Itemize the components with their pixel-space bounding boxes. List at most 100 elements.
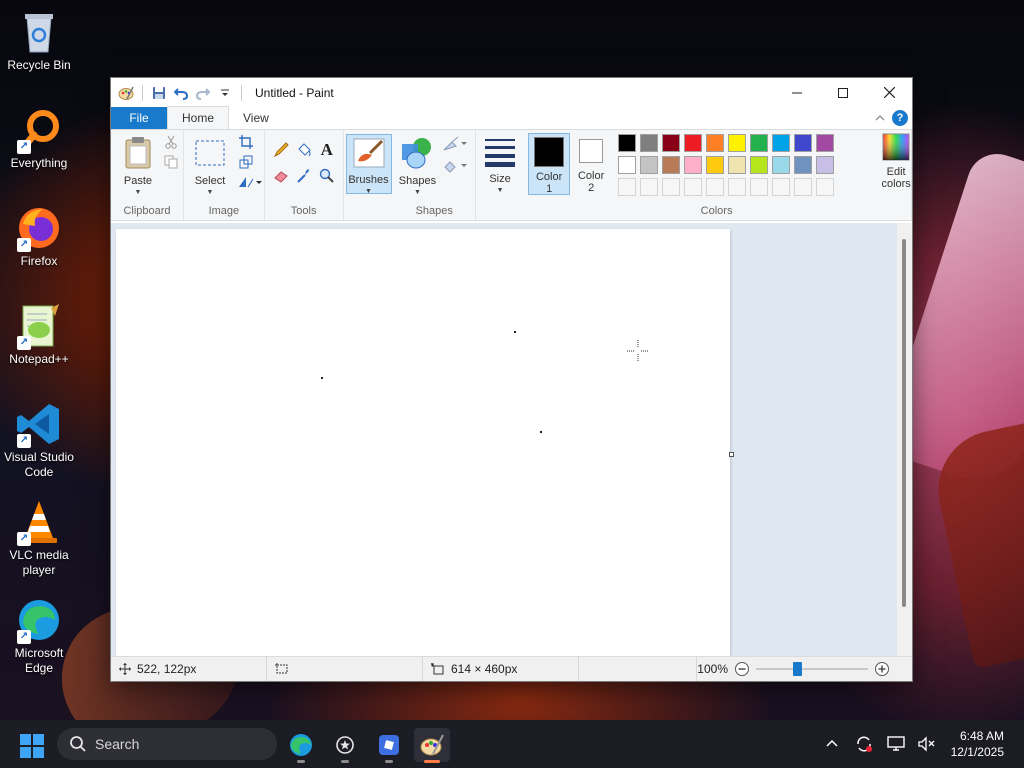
size-button[interactable]: Size ▼	[482, 136, 518, 197]
desktop-icon-edge[interactable]: ↗ Microsoft Edge	[2, 596, 76, 676]
palette-swatch[interactable]	[684, 134, 703, 152]
clock[interactable]: 6:48 AM 12/1/2025	[951, 728, 1004, 760]
size-label: Size	[489, 173, 511, 185]
palette-swatch[interactable]	[706, 156, 725, 174]
collapse-ribbon-chevron-up-icon[interactable]	[874, 112, 886, 124]
fill-bucket-icon[interactable]	[294, 140, 314, 160]
taskbar-remote[interactable]	[371, 728, 407, 763]
palette-swatch[interactable]	[662, 156, 681, 174]
color-picker-icon[interactable]	[294, 166, 314, 186]
desktop-icon-firefox[interactable]: ↗ Firefox	[2, 204, 76, 269]
palette-swatch[interactable]	[640, 134, 659, 152]
palette-swatch[interactable]	[728, 134, 747, 152]
brushes-button[interactable]: Brushes ▼	[345, 134, 392, 195]
minimize-button[interactable]	[774, 78, 820, 107]
update-sync-icon[interactable]	[855, 735, 873, 753]
save-icon[interactable]	[150, 84, 168, 102]
desktop-icon-notepad-plus-plus[interactable]: ↗ Notepad++	[2, 302, 76, 367]
fill-icon[interactable]	[441, 156, 469, 176]
paint-app-icon[interactable]	[117, 84, 135, 102]
edit-colors-button[interactable]: Edit colors	[872, 133, 920, 190]
palette-swatch[interactable]	[684, 156, 703, 174]
palette-swatch[interactable]	[618, 134, 637, 152]
taskbar-search[interactable]: Search	[57, 728, 277, 760]
palette-swatch[interactable]	[772, 156, 791, 174]
edge-icon	[290, 734, 312, 756]
palette-custom-slot[interactable]	[662, 178, 681, 196]
maximize-button[interactable]	[820, 78, 866, 107]
pencil-icon[interactable]	[271, 140, 291, 160]
scrollbar-thumb[interactable]	[902, 239, 906, 607]
palette-custom-slot[interactable]	[684, 178, 703, 196]
tab-file[interactable]: File	[111, 107, 167, 129]
desktop-icon-recycle-bin[interactable]: Recycle Bin	[2, 8, 76, 73]
zoom-in-icon[interactable]	[874, 661, 890, 677]
palette-swatch[interactable]	[662, 134, 681, 152]
customize-toolbar-chevron-down-icon[interactable]	[216, 84, 234, 102]
palette-swatch[interactable]	[772, 134, 791, 152]
network-monitor-icon[interactable]	[886, 736, 905, 752]
rotate-icon[interactable]	[236, 172, 264, 192]
zoom-slider[interactable]	[756, 661, 868, 677]
zoom-out-icon[interactable]	[734, 661, 750, 677]
resize-icon[interactable]	[236, 152, 256, 172]
canvas-area[interactable]	[111, 223, 899, 656]
vertical-scrollbar[interactable]	[897, 223, 912, 656]
color1-label: Color	[535, 171, 563, 183]
palette-swatch[interactable]	[706, 134, 725, 152]
palette-custom-slot[interactable]	[772, 178, 791, 196]
title-bar[interactable]: Untitled - Paint	[111, 78, 912, 107]
outline-icon[interactable]	[441, 134, 469, 154]
tab-view[interactable]: View	[229, 107, 283, 129]
palette-swatch[interactable]	[728, 156, 747, 174]
taskbar-app-settings[interactable]	[327, 728, 363, 763]
palette-custom-slot[interactable]	[640, 178, 659, 196]
show-hidden-icons-chevron-up-icon[interactable]	[825, 737, 839, 751]
palette-custom-slot[interactable]	[816, 178, 835, 196]
desktop-icon-everything[interactable]: ↗ Everything	[2, 106, 76, 171]
taskbar: Search 6:48 AM 12/1/2025	[0, 720, 1024, 768]
eraser-icon[interactable]	[271, 166, 291, 186]
tab-home[interactable]: Home	[167, 106, 230, 129]
desktop-icon-vscode[interactable]: ↗ Visual Studio Code	[2, 400, 76, 480]
palette-swatch[interactable]	[750, 156, 769, 174]
palette-custom-slot[interactable]	[728, 178, 747, 196]
drawing-canvas[interactable]	[116, 229, 730, 656]
color1-button[interactable]: Color 1	[528, 133, 571, 195]
palette-custom-slot[interactable]	[794, 178, 813, 196]
group-label-shapes: Shapes	[415, 205, 453, 217]
palette-custom-slot[interactable]	[706, 178, 725, 196]
window-controls	[774, 78, 912, 107]
palette-swatch[interactable]	[816, 156, 835, 174]
close-button[interactable]	[866, 78, 912, 107]
select-button[interactable]: Select ▼	[190, 136, 230, 199]
taskbar-edge[interactable]	[283, 728, 319, 763]
volume-muted-icon[interactable]	[917, 736, 935, 752]
crop-icon[interactable]	[236, 132, 256, 152]
running-indicator	[385, 760, 393, 763]
shapes-button[interactable]: Shapes ▼	[397, 136, 437, 199]
cut-icon[interactable]	[161, 132, 181, 152]
desktop-icon-vlc[interactable]: ↗ VLC media player	[2, 498, 76, 578]
palette-custom-slot[interactable]	[618, 178, 637, 196]
palette-swatch[interactable]	[750, 134, 769, 152]
color2-button[interactable]: Color 2	[572, 133, 610, 195]
text-tool-icon[interactable]: A	[317, 140, 337, 160]
copy-icon[interactable]	[161, 152, 181, 172]
palette-swatch[interactable]	[618, 156, 637, 174]
palette-swatch[interactable]	[816, 134, 835, 152]
palette-custom-slot[interactable]	[750, 178, 769, 196]
palette-swatch[interactable]	[794, 134, 813, 152]
paste-button[interactable]: Paste ▼	[119, 136, 157, 199]
undo-icon[interactable]	[172, 84, 190, 102]
palette-swatch[interactable]	[794, 156, 813, 174]
magnifier-icon[interactable]	[317, 166, 337, 186]
help-icon[interactable]: ?	[892, 110, 908, 126]
zoom-slider-thumb[interactable]	[793, 662, 802, 676]
toolbar-separator	[142, 84, 143, 101]
canvas-resize-handle-right[interactable]	[729, 452, 734, 457]
start-button[interactable]	[20, 734, 44, 758]
palette-swatch[interactable]	[640, 156, 659, 174]
taskbar-paint[interactable]	[414, 728, 450, 763]
redo-icon[interactable]	[194, 84, 212, 102]
